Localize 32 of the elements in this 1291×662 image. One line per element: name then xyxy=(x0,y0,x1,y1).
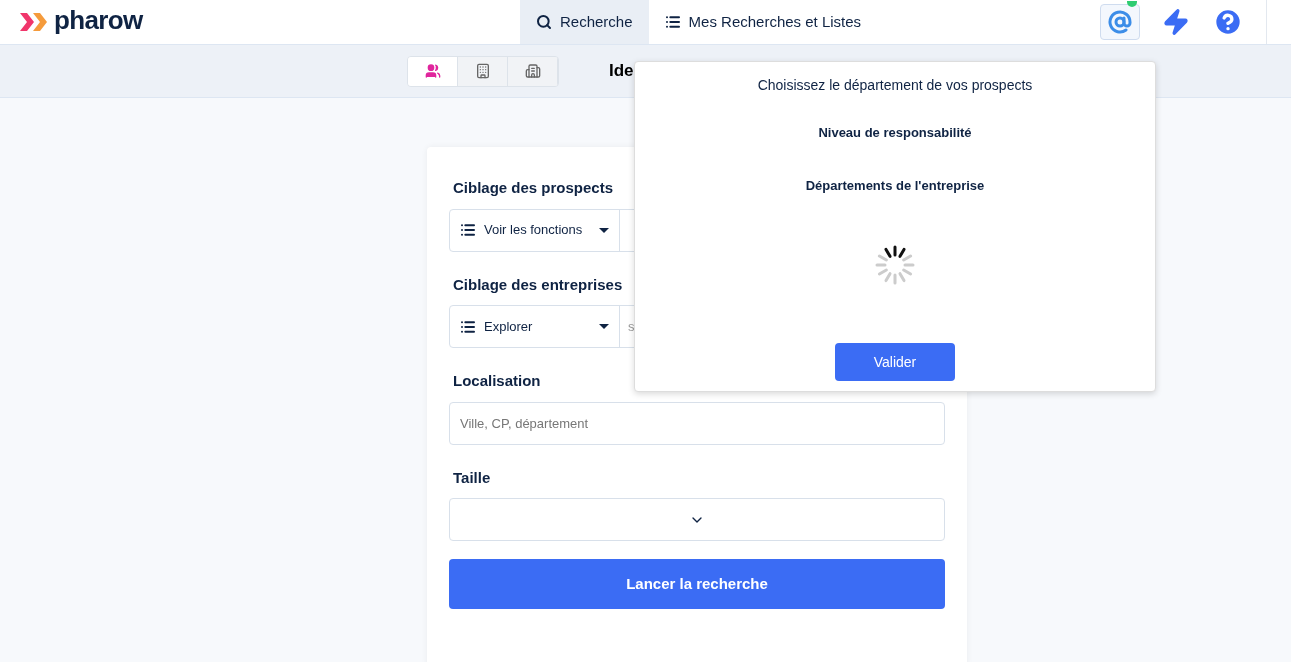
popover-title: Choisissez le département de vos prospects xyxy=(757,76,1033,95)
list-icon xyxy=(460,318,476,335)
popover-heading: Niveau de responsabilité xyxy=(818,124,972,142)
view-toggle[interactable] xyxy=(508,56,558,86)
logo-text: pharow xyxy=(54,7,143,33)
section-heading: Ciblage des entreprises xyxy=(453,274,623,295)
loading-spinner-icon xyxy=(875,245,915,285)
section-heading: Ciblage des prospects xyxy=(453,178,614,198)
dropdown-button[interactable]: Voir les fonctions xyxy=(450,209,620,251)
caret-icon xyxy=(599,324,609,329)
search-icon xyxy=(536,14,552,30)
section-heading: Taille xyxy=(453,467,491,488)
popover-heading: Départements de l'entreprise xyxy=(805,176,985,195)
people-icon xyxy=(424,63,441,79)
location-field[interactable]: Ville, CP, département xyxy=(449,401,945,445)
page-title: Ide xyxy=(609,60,634,83)
logo-chevrons-icon xyxy=(20,13,50,31)
validate-button[interactable]: Valider xyxy=(835,343,955,381)
building-icon xyxy=(474,63,491,79)
view-toggle[interactable] xyxy=(458,56,508,86)
buildings-icon xyxy=(524,63,541,79)
dropdown-button[interactable]: Explorer xyxy=(450,306,620,347)
nav-tab[interactable]: Recherche xyxy=(520,0,649,44)
lightning-icon[interactable] xyxy=(1162,8,1190,36)
search-button[interactable]: Lancer la recherche xyxy=(449,559,945,609)
email-button[interactable] xyxy=(1100,4,1140,40)
list-icon xyxy=(460,222,476,238)
section-heading: Localisation xyxy=(453,371,541,391)
list-icon xyxy=(664,14,681,30)
caret-icon xyxy=(599,227,609,233)
at-sign-icon xyxy=(1108,10,1132,34)
view-toggle[interactable] xyxy=(408,56,458,86)
